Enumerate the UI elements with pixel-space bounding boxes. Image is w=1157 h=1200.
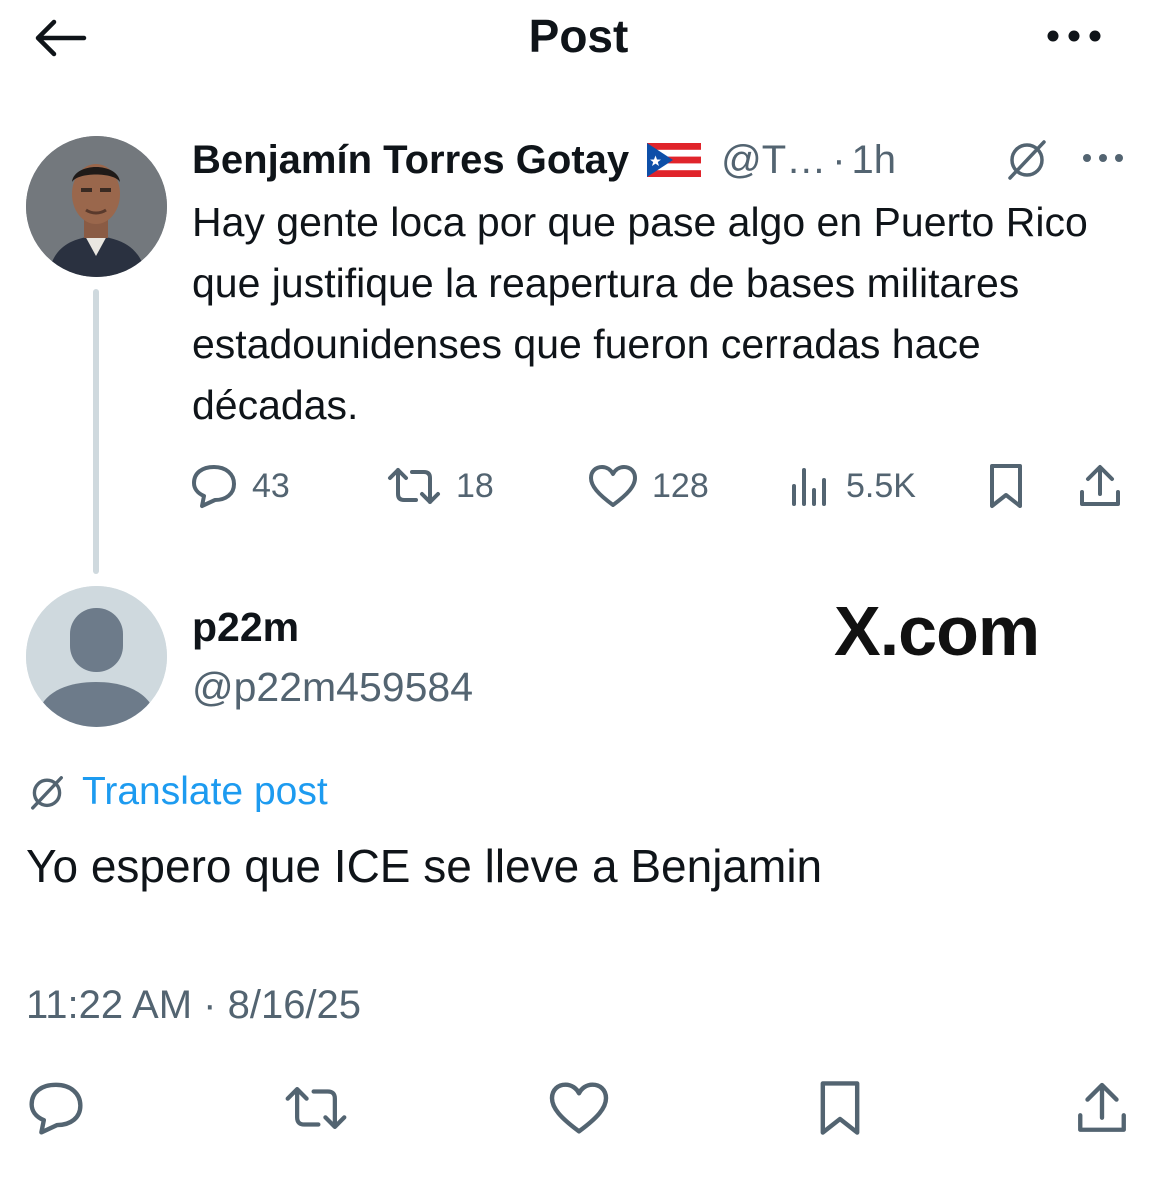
bottom-bookmark-button[interactable] — [806, 1074, 874, 1142]
bottom-share-button[interactable] — [1068, 1074, 1136, 1142]
repost-icon — [285, 1087, 347, 1129]
share-icon — [1080, 465, 1120, 506]
puerto-rico-flag-icon — [647, 143, 702, 177]
bottom-like-button[interactable] — [545, 1074, 613, 1142]
repost-button[interactable]: 18 — [386, 458, 494, 514]
heart-icon — [589, 465, 637, 507]
like-count: 128 — [652, 466, 709, 505]
share-button[interactable] — [1076, 458, 1124, 514]
parent-post-text: Hay gente loca por que pase algo en Puer… — [192, 199, 1088, 428]
thread-connector — [93, 289, 99, 574]
reply-icon — [192, 465, 236, 508]
bottom-repost-button[interactable] — [282, 1074, 350, 1142]
author-photo — [26, 136, 167, 277]
author-handle[interactable]: @T… — [721, 138, 826, 183]
x-com-watermark: X.com — [834, 588, 1040, 674]
more-options-button[interactable] — [1038, 14, 1110, 58]
author-name[interactable]: Benjamín Torres Gotay — [192, 138, 629, 183]
translate-globe-icon[interactable] — [1002, 134, 1052, 184]
share-icon — [1078, 1082, 1126, 1132]
views-count: 5.5K — [846, 466, 916, 505]
translate-globe-icon — [31, 776, 63, 810]
bookmark-icon — [990, 464, 1022, 508]
reply-author-name[interactable]: p22m — [192, 600, 299, 654]
post-more-button[interactable] — [1078, 140, 1128, 176]
heart-icon — [549, 1082, 609, 1134]
more-horizontal-icon — [1047, 30, 1101, 42]
like-button[interactable]: 128 — [588, 458, 709, 514]
bookmark-button[interactable] — [984, 458, 1028, 514]
author-avatar[interactable] — [26, 136, 167, 277]
repost-count: 18 — [456, 466, 494, 505]
reply-author-handle[interactable]: @p22m459584 — [192, 660, 473, 714]
parent-post-header: Benjamín Torres Gotay @T… · 1h — [192, 130, 896, 190]
post-timestamp[interactable]: 11:22 AM · 8/16/25 — [26, 978, 361, 1032]
translate-label: Translate post — [82, 770, 328, 813]
views-chart-icon — [792, 468, 826, 506]
views-button[interactable]: 5.5K — [788, 458, 916, 514]
bookmark-icon — [820, 1081, 860, 1135]
translate-post-link[interactable]: Translate post — [26, 764, 328, 820]
reply-author-avatar[interactable] — [26, 586, 167, 727]
reply-button[interactable]: 43 — [190, 458, 290, 514]
post-time[interactable]: 1h — [852, 138, 897, 183]
default-avatar-icon — [26, 586, 167, 727]
reply-count: 43 — [252, 466, 290, 505]
more-horizontal-icon — [1083, 154, 1123, 162]
page-title: Post — [528, 10, 629, 62]
watermark-text: X.com — [834, 592, 1040, 670]
reply-icon — [29, 1082, 83, 1135]
reply-post-text: Yo espero que ICE se lleve a Benjamin — [26, 840, 823, 892]
separator-dot: · — [832, 137, 846, 182]
bottom-reply-button[interactable] — [22, 1074, 90, 1142]
repost-icon — [388, 468, 440, 504]
